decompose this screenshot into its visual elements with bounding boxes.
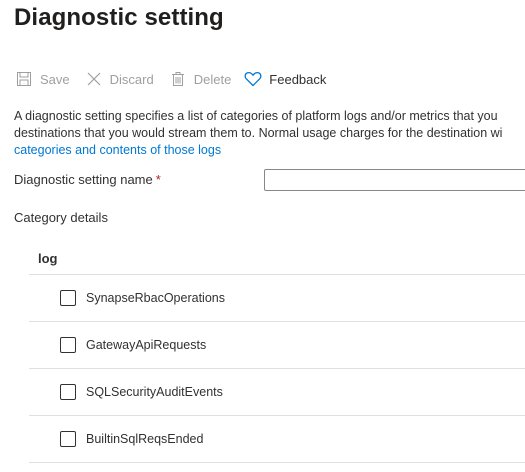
setting-name-input[interactable] <box>264 169 525 191</box>
log-label: SQLSecurityAuditEvents <box>86 385 223 399</box>
close-icon <box>84 69 104 89</box>
save-button[interactable]: Save <box>14 66 70 92</box>
log-row-synapse-rbac-operations[interactable]: SynapseRbacOperations <box>60 288 225 308</box>
delete-label: Delete <box>193 71 232 87</box>
category-details-heading: Category details <box>14 210 108 225</box>
log-checkbox[interactable] <box>60 431 76 447</box>
feedback-button[interactable]: Feedback <box>243 66 326 92</box>
trash-icon <box>168 69 188 89</box>
setting-name-label: Diagnostic setting name * <box>14 172 161 187</box>
toolbar: Save Discard Delete Feedback <box>14 66 326 92</box>
discard-label: Discard <box>109 71 154 87</box>
discard-button[interactable]: Discard <box>84 66 154 92</box>
description-line-1: A diagnostic setting specifies a list of… <box>14 109 498 123</box>
description: A diagnostic setting specifies a list of… <box>14 108 525 159</box>
log-checkbox[interactable] <box>60 384 76 400</box>
log-checkbox[interactable] <box>60 290 76 306</box>
log-row-builtin-sql-reqs-ended[interactable]: BuiltinSqlReqsEnded <box>60 429 203 449</box>
log-checkbox[interactable] <box>60 337 76 353</box>
heart-icon <box>243 69 263 89</box>
log-label: GatewayApiRequests <box>86 338 207 352</box>
log-row-gateway-api-requests[interactable]: GatewayApiRequests <box>60 335 206 355</box>
divider <box>29 321 525 322</box>
save-icon <box>14 69 34 89</box>
log-row-sql-security-audit-events[interactable]: SQLSecurityAuditEvents <box>60 382 223 402</box>
setting-name-label-text: Diagnostic setting name <box>14 172 153 187</box>
divider <box>29 274 525 275</box>
divider <box>29 368 525 369</box>
description-line-2: destinations that you would stream them … <box>14 126 503 140</box>
feedback-label: Feedback <box>269 71 327 87</box>
log-label: BuiltinSqlReqsEnded <box>86 432 204 446</box>
divider <box>29 415 525 416</box>
diagnostic-setting-page: Diagnostic setting Save Discard Delete F… <box>0 0 525 472</box>
log-header: log <box>38 251 58 266</box>
page-title: Diagnostic setting <box>14 4 224 31</box>
required-marker: * <box>155 172 161 187</box>
categories-link[interactable]: categories and contents of those logs <box>14 143 221 157</box>
log-label: SynapseRbacOperations <box>86 291 225 305</box>
divider <box>29 462 525 463</box>
delete-button[interactable]: Delete <box>168 66 232 92</box>
save-label: Save <box>40 71 70 87</box>
